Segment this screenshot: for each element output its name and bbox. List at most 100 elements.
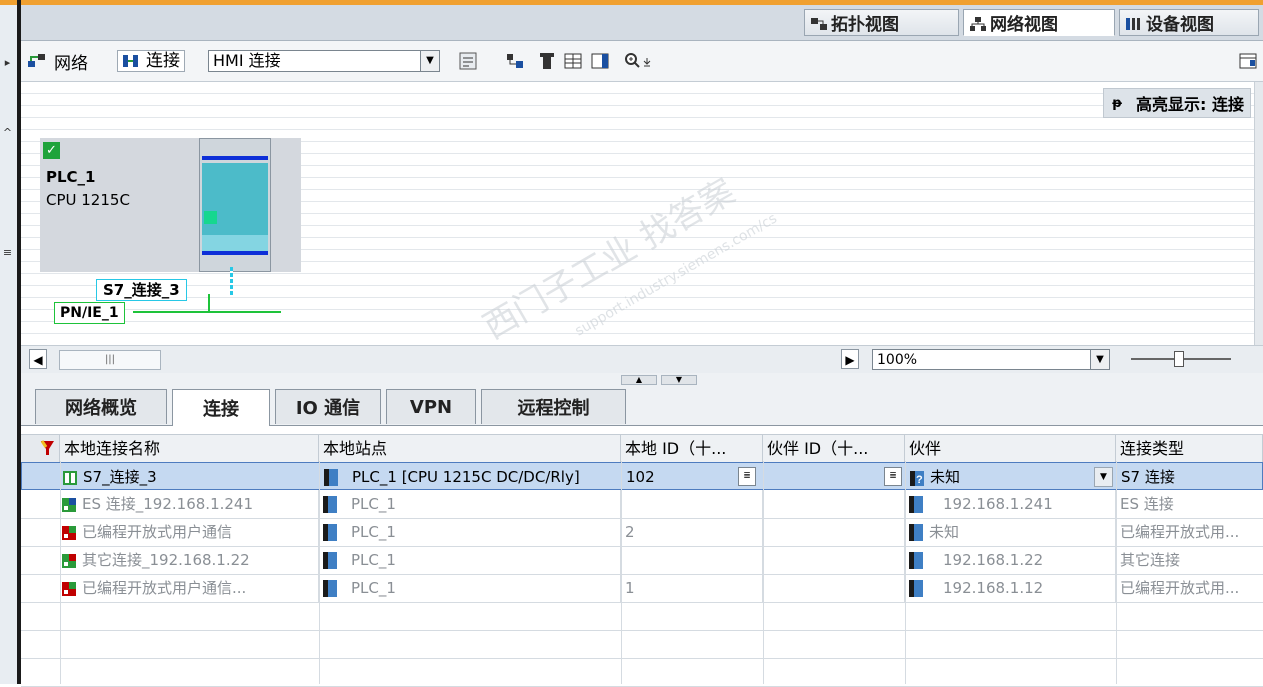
cell-partner[interactable]: ? 未知 ▼	[906, 463, 1117, 491]
cell-local-station[interactable]: PLC_1	[319, 546, 621, 574]
left-collapsed-panel[interactable]: ▸ ^ ≡	[0, 5, 18, 684]
cell-local-station[interactable]: PLC_1	[319, 574, 621, 602]
split-view-icon[interactable]	[591, 52, 609, 70]
tab-vpn[interactable]: VPN	[386, 389, 476, 424]
tab-remote-control[interactable]: 远程控制	[481, 389, 626, 424]
zoom-in-icon[interactable]	[624, 52, 660, 70]
collapse-up-icon[interactable]: ^	[0, 125, 15, 141]
cell-connection-type[interactable]: 其它连接	[1116, 546, 1263, 574]
connections-mode-icon	[123, 55, 138, 67]
tab-io-communication[interactable]: IO 通信	[275, 389, 381, 424]
connection-line[interactable]	[230, 267, 233, 297]
profinet-port[interactable]	[204, 211, 217, 224]
subnet-line[interactable]	[133, 311, 281, 313]
cell-local-station[interactable]: PLC_1	[319, 490, 621, 518]
connection-filter-icon[interactable]	[37, 439, 57, 457]
module-stripe	[202, 251, 268, 255]
cell-local-id[interactable]: 1	[621, 574, 763, 602]
cell-partner-id[interactable]	[763, 574, 905, 602]
cell-connection-type[interactable]: ES 连接	[1116, 490, 1263, 518]
row-partner-text: 192.168.1.241	[943, 495, 1053, 513]
cell-partner[interactable]: 192.168.1.241	[905, 490, 1116, 518]
row-type-text: ES 连接	[1120, 495, 1174, 513]
scroll-left-icon[interactable]: ◀	[29, 349, 47, 369]
grip-icon[interactable]: ≡	[0, 245, 15, 261]
connection-label[interactable]: S7_连接_3	[96, 279, 187, 301]
cell-local-station[interactable]: PLC_1	[319, 518, 621, 546]
cell-partner-id[interactable]	[763, 518, 905, 546]
col-partner[interactable]: 伙伴	[905, 435, 1116, 462]
cell-local-id[interactable]: 102 ≣	[622, 463, 764, 491]
cell-partner[interactable]: 192.168.1.22	[905, 546, 1116, 574]
table-row[interactable]: S7_连接_3 PLC_1 [CPU 1215C DC/DC/Rly] 102 …	[21, 462, 1263, 491]
svg-text:?: ?	[916, 474, 923, 486]
network-canvas[interactable]: ᵽ 高亮显示: 连接 西门子工业 找答案 support.industry.si…	[21, 82, 1263, 348]
pin-icon[interactable]: ᵽ	[1112, 96, 1122, 111]
list-icon[interactable]: ≣	[884, 467, 902, 486]
connections-mode-button[interactable]: 连接	[117, 49, 185, 73]
col-partner-id[interactable]: 伙伴 ID（十...	[763, 435, 905, 462]
scroll-right-icon[interactable]: ▶	[841, 349, 859, 369]
cell-partner[interactable]: 192.168.1.12	[905, 574, 1116, 602]
grid-line	[621, 461, 622, 684]
tab-device-view[interactable]: 设备视图	[1119, 9, 1259, 36]
grid-line	[319, 461, 320, 684]
cell-connection-name[interactable]: S7_连接_3	[61, 463, 320, 491]
cell-partner[interactable]: 未知	[905, 518, 1116, 546]
zoom-select[interactable]: 100% ▼	[872, 349, 1110, 370]
plc-icon	[909, 552, 923, 569]
cell-connection-name[interactable]: 已编程开放式用户通信	[60, 518, 319, 546]
cell-local-id[interactable]: 2	[621, 518, 763, 546]
device-icon	[1126, 16, 1142, 30]
table-row[interactable]: ES 连接_192.168.1.241 PLC_1 192.168.1.241 …	[21, 490, 1263, 519]
cell-partner-id[interactable]	[763, 490, 905, 518]
cell-local-station[interactable]: PLC_1 [CPU 1215C DC/DC/Rly]	[320, 463, 622, 491]
network-settings-icon[interactable]	[506, 52, 524, 70]
page-break-icon[interactable]	[538, 52, 556, 70]
tab-connections[interactable]: 连接	[172, 389, 270, 426]
horizontal-scroll-thumb[interactable]: |||	[59, 350, 161, 370]
col-local-connection-name[interactable]: 本地连接名称	[60, 435, 319, 462]
cell-connection-type[interactable]: 已编程开放式用...	[1116, 518, 1263, 546]
cell-local-id[interactable]	[621, 546, 763, 574]
cell-partner-id[interactable]	[763, 546, 905, 574]
row-type-text: S7 连接	[1121, 468, 1175, 486]
col-local-station[interactable]: 本地站点	[319, 435, 621, 462]
open-comm-icon	[62, 581, 76, 596]
name-tag-icon[interactable]	[459, 52, 477, 70]
arrow-right-icon[interactable]: ▸	[0, 55, 15, 71]
tab-topology-view[interactable]: 拓扑视图	[804, 9, 959, 36]
cpu-module[interactable]	[199, 138, 271, 272]
collapse-down-icon[interactable]: ▼	[661, 375, 697, 385]
split-handle-bar[interactable]: ▲ ▼	[21, 373, 1263, 387]
tab-network-view[interactable]: 网络视图	[963, 9, 1115, 36]
cell-partner-id[interactable]: ≣	[764, 463, 906, 491]
chevron-down-icon[interactable]: ▼	[1090, 350, 1109, 369]
cell-connection-type[interactable]: S7 连接	[1117, 463, 1263, 491]
chevron-down-icon[interactable]: ▼	[1094, 467, 1113, 487]
chevron-down-icon[interactable]: ▼	[420, 51, 439, 71]
tab-network-overview[interactable]: 网络概览	[35, 389, 167, 424]
cell-connection-name[interactable]: ES 连接_192.168.1.241	[60, 490, 319, 518]
canvas-vertical-scrollbar[interactable]	[1254, 82, 1263, 345]
cell-connection-name[interactable]: 已编程开放式用户通信...	[60, 574, 319, 602]
zoom-slider-thumb[interactable]	[1174, 351, 1184, 367]
table-row[interactable]: 其它连接_192.168.1.22 PLC_1 192.168.1.22 其它连…	[21, 546, 1263, 575]
list-icon[interactable]: ≣	[738, 467, 756, 486]
es-connection-icon	[62, 497, 76, 512]
subnet-label[interactable]: PN/IE_1	[54, 302, 125, 324]
network-mode-button[interactable]: 网络	[26, 49, 88, 74]
cell-connection-name[interactable]: 其它连接_192.168.1.22	[60, 546, 319, 574]
col-local-id[interactable]: 本地 ID（十...	[621, 435, 763, 462]
empty-row	[21, 602, 1263, 631]
connection-type-select[interactable]: HMI 连接 ▼	[208, 50, 440, 72]
plc-device[interactable]: ✓ PLC_1 CPU 1215C	[40, 138, 301, 272]
collapse-up-icon[interactable]: ▲	[621, 375, 657, 385]
table-row[interactable]: 已编程开放式用户通信... PLC_1 1 192.168.1.12 已编程开放…	[21, 574, 1263, 603]
table-row[interactable]: 已编程开放式用户通信 PLC_1 2 未知 已编程开放式用...	[21, 518, 1263, 547]
cell-connection-type[interactable]: 已编程开放式用...	[1116, 574, 1263, 602]
table-view-icon[interactable]	[564, 52, 582, 70]
cell-local-id[interactable]	[621, 490, 763, 518]
col-connection-type[interactable]: 连接类型	[1116, 435, 1263, 462]
panel-toggle-icon[interactable]	[1239, 52, 1257, 70]
